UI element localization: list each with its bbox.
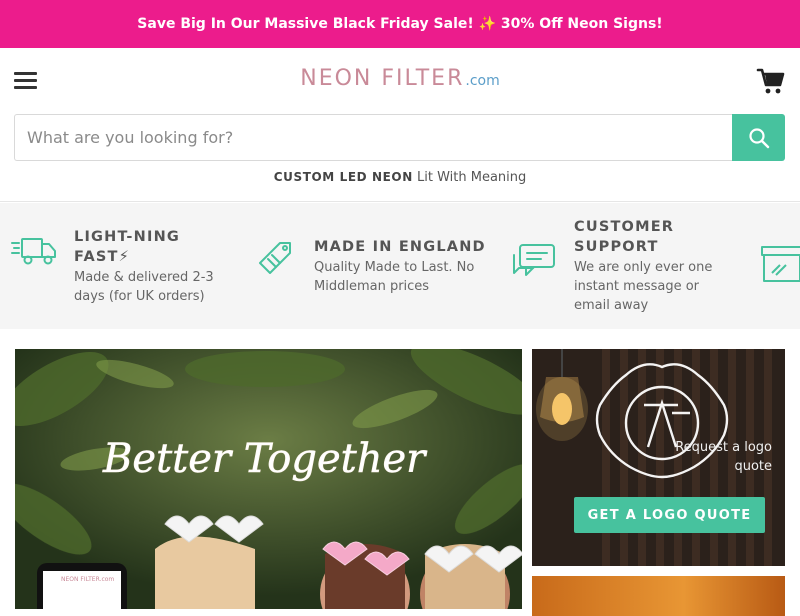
search-bar	[14, 114, 785, 161]
feature-desc-line2: Middleman prices	[314, 279, 430, 294]
announcement-bar[interactable]: Save Big In Our Massive Black Friday Sal…	[0, 0, 800, 48]
feature-made-in-england: MADE IN ENGLAND Quality Made to Last. No…	[250, 237, 486, 296]
site-header: NEON FILTER .com CUSTOM LED NEON Lit Wit…	[0, 48, 800, 202]
feature-title-line2: SUPPORT	[574, 239, 659, 255]
feature-desc-line2: days (for UK orders)	[74, 289, 205, 304]
tagline-rest: Lit With Meaning	[417, 170, 527, 185]
feature-desc-line1: Quality Made to Last. No	[314, 260, 475, 275]
site-logo[interactable]: NEON FILTER .com	[280, 66, 520, 98]
alt-text-line1: Request a logo	[675, 440, 772, 455]
feature-desc-line1: We are only ever one	[574, 260, 713, 275]
price-tag-icon	[250, 237, 300, 283]
storefront-icon	[758, 243, 800, 289]
features-strip: LIGHT-NING FAST⚡ Made & delivered 2-3 da…	[0, 203, 800, 329]
feature-partial	[758, 243, 800, 289]
delivery-truck-icon	[10, 227, 60, 273]
alt-text-line2: quote	[734, 459, 772, 474]
feature-title-line1: CUSTOMER	[574, 219, 675, 235]
search-button[interactable]	[732, 114, 785, 161]
feature-title-line1: MADE IN ENGLAND	[314, 239, 486, 255]
get-logo-quote-button[interactable]: GET A LOGO QUOTE	[574, 497, 765, 533]
promo-card-secondary[interactable]	[532, 576, 785, 616]
feature-title-line2: FAST⚡	[74, 249, 130, 265]
feature-customer-support: CUSTOMER SUPPORT We are only ever one in…	[510, 217, 712, 315]
feature-desc-line2: instant message or	[574, 279, 700, 294]
logo-tld: .com	[465, 73, 500, 89]
tagline: CUSTOM LED NEON Lit With Meaning	[0, 170, 800, 185]
hero-image: Better Together NEON FILTER.com	[15, 349, 522, 609]
phone-logo-text: NEON FILTER.com	[61, 576, 114, 583]
feature-desc-line1: Made & delivered 2-3	[74, 270, 214, 285]
logo-quote-card[interactable]: Request a logo quote GET A LOGO QUOTE	[532, 349, 785, 566]
neon-sign-text: Better Together	[102, 436, 428, 482]
logo-quote-alt-text: Request a logo quote	[652, 438, 772, 476]
feature-fast-delivery: LIGHT-NING FAST⚡ Made & delivered 2-3 da…	[10, 227, 214, 306]
announcement-text: Save Big In Our Massive Black Friday Sal…	[137, 16, 663, 32]
hero-banner[interactable]: Better Together NEON FILTER.com	[15, 349, 522, 609]
search-icon	[748, 127, 769, 148]
logo-text: NEON FILTER	[300, 66, 465, 91]
feature-title-line1: LIGHT-NING	[74, 229, 181, 245]
chat-bubble-icon	[510, 239, 560, 285]
search-input[interactable]	[14, 114, 732, 161]
tagline-bold: CUSTOM LED NEON	[273, 170, 413, 184]
feature-desc-line3: email away	[574, 298, 649, 313]
hamburger-menu-icon[interactable]	[14, 70, 38, 90]
shopping-cart-icon[interactable]	[756, 66, 786, 96]
